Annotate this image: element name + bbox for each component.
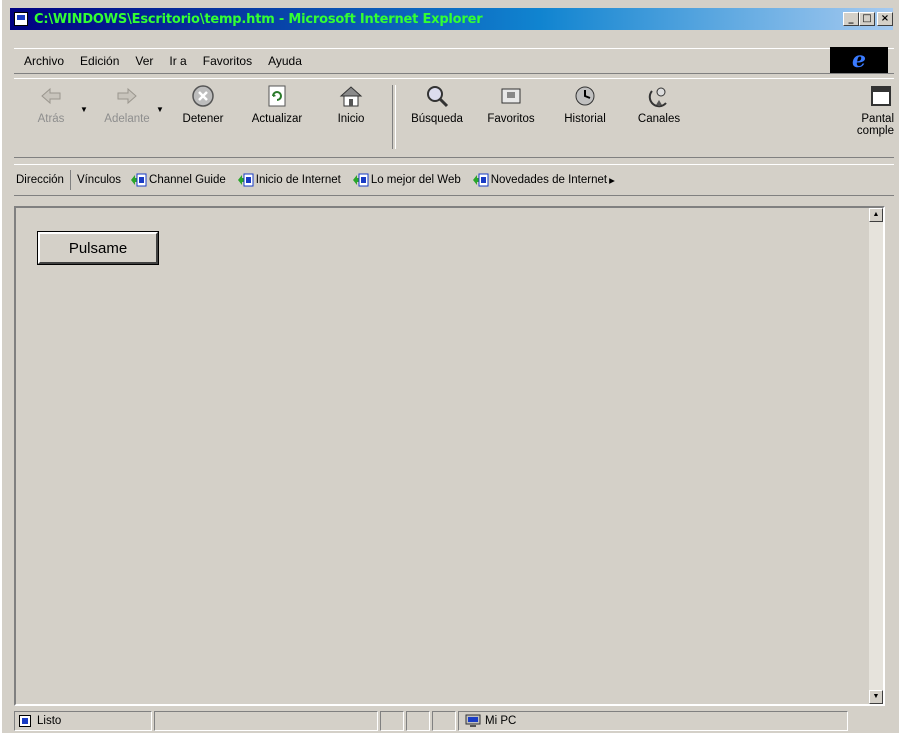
forward-label: Adelante bbox=[104, 113, 150, 125]
menu-edicion[interactable]: Edición bbox=[80, 54, 119, 68]
status-progress-cell bbox=[154, 711, 378, 731]
zone-label: Mi PC bbox=[485, 715, 517, 727]
home-button[interactable]: Inicio bbox=[314, 79, 388, 125]
computer-icon bbox=[465, 714, 481, 727]
status-bar: Listo Mi PC bbox=[14, 710, 894, 732]
home-label: Inicio bbox=[337, 113, 365, 125]
page-status-icon bbox=[19, 715, 31, 727]
search-icon bbox=[427, 86, 449, 108]
link-label: Channel Guide bbox=[149, 174, 226, 186]
fullscreen-button[interactable]: Pantal comple bbox=[834, 79, 894, 137]
links-label: Vínculos bbox=[76, 174, 122, 186]
forward-button[interactable]: Adelante bbox=[90, 79, 164, 125]
favorites-icon bbox=[501, 88, 521, 104]
ie-link-icon bbox=[472, 173, 489, 187]
link-label: Lo mejor del Web bbox=[370, 174, 461, 186]
menu-archivo[interactable]: Archivo bbox=[24, 54, 64, 68]
home-icon bbox=[339, 86, 363, 107]
history-icon bbox=[575, 86, 595, 106]
refresh-button[interactable]: Actualizar bbox=[240, 79, 314, 125]
link-inicio-de-internet[interactable]: Inicio de Internet bbox=[236, 172, 341, 188]
ie-logo-icon: e bbox=[830, 47, 888, 73]
history-button[interactable]: Historial bbox=[548, 79, 622, 125]
page-content: Pulsame ▲ ▼ bbox=[14, 206, 885, 706]
link-channel-guide[interactable]: Channel Guide bbox=[129, 172, 226, 188]
ie-link-icon bbox=[352, 173, 369, 187]
window-controls: _ □ × bbox=[843, 12, 893, 26]
favorites-button[interactable]: Favoritos bbox=[474, 79, 548, 125]
address-label[interactable]: Dirección bbox=[16, 170, 71, 190]
menu-ver[interactable]: Ver bbox=[135, 54, 153, 68]
history-label: Historial bbox=[564, 113, 606, 125]
close-button[interactable]: × bbox=[877, 12, 893, 26]
vertical-scrollbar[interactable]: ▲ ▼ bbox=[869, 208, 883, 704]
stop-button[interactable]: Detener bbox=[166, 79, 240, 125]
browser-window: C:\WINDOWS\Escritorio\temp.htm - Microso… bbox=[0, 0, 899, 733]
back-button[interactable]: Atrás bbox=[14, 79, 88, 125]
scroll-down-icon[interactable]: ▼ bbox=[869, 690, 883, 704]
maximize-button[interactable]: □ bbox=[859, 12, 875, 26]
ie-link-icon bbox=[237, 173, 254, 187]
title-bar[interactable]: C:\WINDOWS\Escritorio\temp.htm - Microso… bbox=[10, 8, 893, 30]
status-cell bbox=[432, 711, 456, 731]
back-label: Atrás bbox=[37, 113, 65, 125]
channels-icon bbox=[648, 87, 667, 108]
ie-link-icon bbox=[131, 173, 147, 187]
refresh-label: Actualizar bbox=[251, 113, 303, 125]
favorites-label: Favoritos bbox=[487, 113, 535, 125]
refresh-icon bbox=[268, 85, 286, 107]
status-text: Listo bbox=[37, 715, 62, 727]
toolbar-separator bbox=[392, 85, 396, 149]
channels-label: Canales bbox=[637, 113, 681, 125]
stop-label: Detener bbox=[182, 113, 224, 125]
status-zone-cell: Mi PC bbox=[458, 711, 848, 731]
status-cell bbox=[380, 711, 404, 731]
fullscreen-label: Pantal bbox=[861, 113, 894, 125]
window-title: C:\WINDOWS\Escritorio\temp.htm - Microso… bbox=[34, 11, 483, 27]
more-links-icon[interactable]: ▸ bbox=[609, 173, 615, 187]
forward-arrow-icon bbox=[117, 87, 137, 105]
ie-page-icon bbox=[14, 12, 28, 26]
link-lo-mejor-del-web[interactable]: Lo mejor del Web bbox=[351, 172, 461, 188]
link-label: Inicio de Internet bbox=[255, 174, 341, 186]
link-novedades-de-internet[interactable]: Novedades de Internet ▸ bbox=[471, 172, 615, 188]
fullscreen-label-2: comple bbox=[856, 125, 894, 137]
fullscreen-icon bbox=[871, 86, 891, 106]
standard-toolbar: Atrás ▼ Adelante ▼ Detener Actualizar In… bbox=[14, 78, 894, 158]
forward-dropdown-icon[interactable]: ▼ bbox=[156, 105, 166, 114]
minimize-button[interactable]: _ bbox=[843, 12, 859, 26]
channels-button[interactable]: Canales bbox=[622, 79, 696, 125]
back-dropdown-icon[interactable]: ▼ bbox=[80, 105, 90, 114]
menu-bar: Archivo Edición Ver Ir a Favoritos Ayuda… bbox=[14, 47, 894, 74]
pulsame-button[interactable]: Pulsame bbox=[38, 232, 158, 264]
link-label: Novedades de Internet bbox=[490, 174, 608, 186]
stop-icon bbox=[192, 85, 214, 107]
scroll-up-icon[interactable]: ▲ bbox=[869, 208, 883, 222]
status-cell bbox=[406, 711, 430, 731]
menu-ir-a[interactable]: Ir a bbox=[169, 54, 186, 68]
menu-ayuda[interactable]: Ayuda bbox=[268, 54, 302, 68]
search-button[interactable]: Búsqueda bbox=[400, 79, 474, 125]
menu-favoritos[interactable]: Favoritos bbox=[203, 54, 252, 68]
search-label: Búsqueda bbox=[411, 113, 463, 125]
links-bar: Dirección Vínculos Channel Guide Inicio … bbox=[14, 164, 894, 196]
status-text-cell: Listo bbox=[14, 711, 152, 731]
back-arrow-icon bbox=[41, 87, 61, 105]
